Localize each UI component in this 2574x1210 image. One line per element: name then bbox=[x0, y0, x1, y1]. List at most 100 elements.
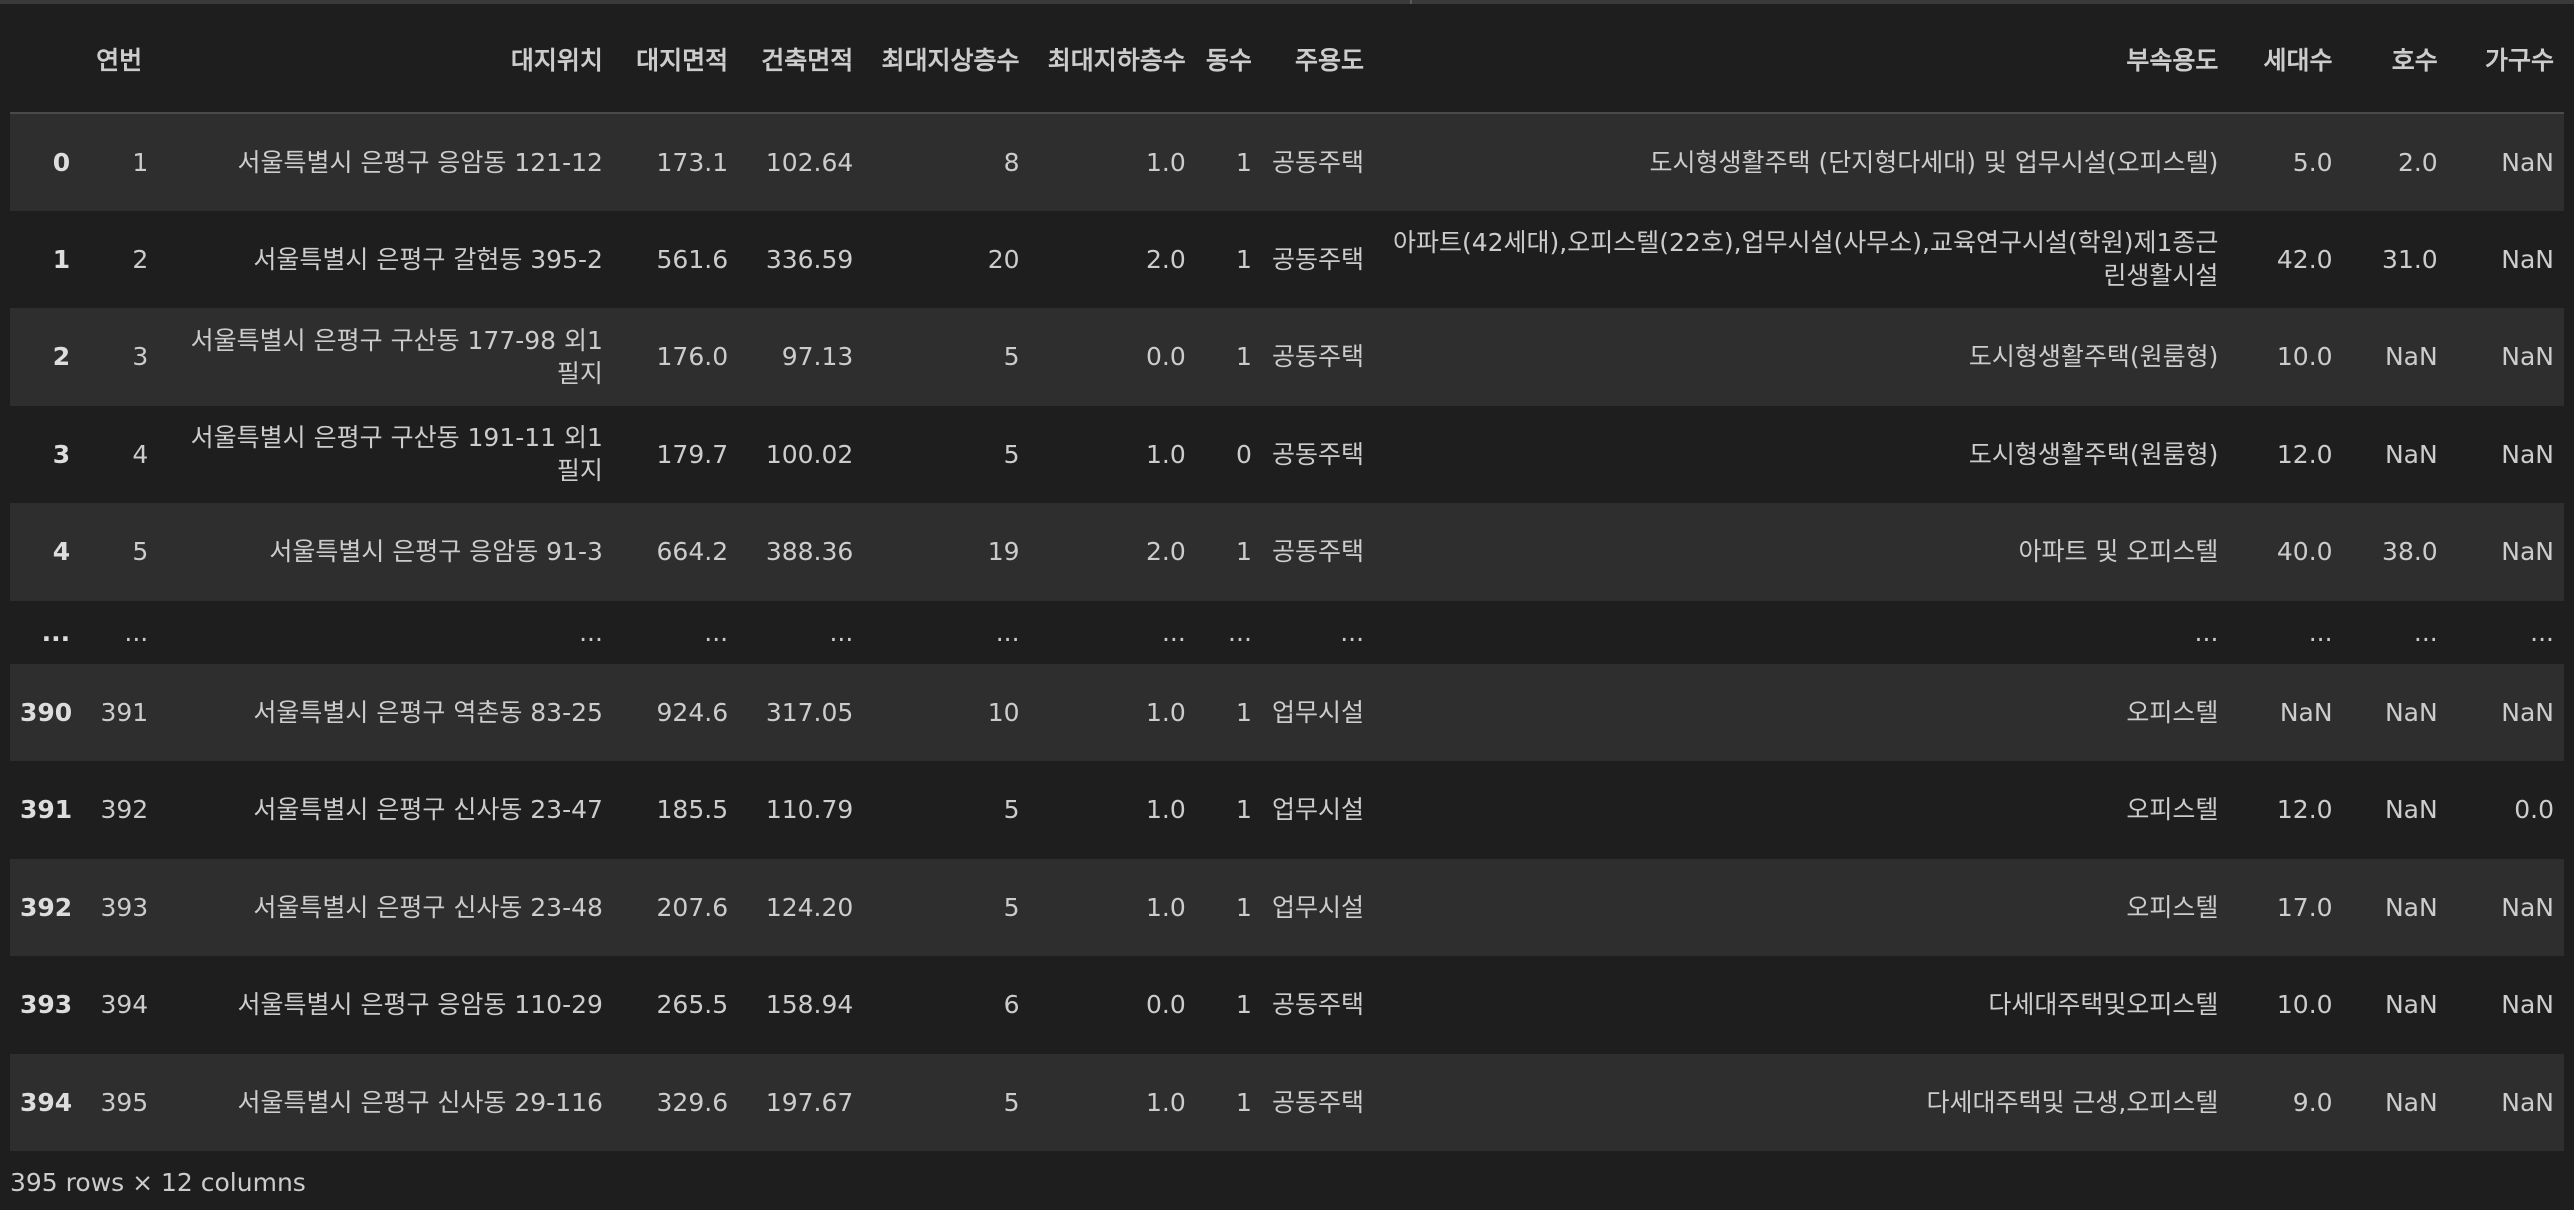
table-cell: 2 bbox=[132, 244, 149, 274]
table-cell: 서울특별시 은평구 역촌동 83-25 bbox=[253, 697, 603, 727]
table-cell: 1 bbox=[1235, 147, 1252, 177]
table-row: 393 394 서울특별시 은평구 응암동 110-29 265.5 158.94 6 0.… bbox=[10, 956, 2564, 1054]
row-index: ... bbox=[41, 617, 71, 647]
table-cell: NaN bbox=[2384, 892, 2438, 922]
table-cell: 공동주택 bbox=[1272, 537, 1365, 567]
column-header: 세대수 bbox=[2228, 8, 2343, 114]
table-cell: 2.0 bbox=[1146, 244, 1186, 274]
table-cell: 서울특별시 은평구 응암동 110-29 bbox=[237, 990, 603, 1020]
column-header: 주용도 bbox=[1261, 8, 1375, 114]
table-cell: 업무시설 bbox=[1272, 892, 1365, 922]
row-index: 0 bbox=[52, 147, 71, 177]
table-cell: 317.05 bbox=[765, 697, 854, 727]
table-row: 4 5 서울특별시 은평구 응암동 91-3 664.2 388.36 19 2.0 1 공동주… bbox=[10, 503, 2564, 601]
shape-caption: 395 rows × 12 columns bbox=[10, 1168, 306, 1197]
table-cell: 오피스텔 bbox=[2126, 795, 2219, 825]
table-cell: NaN bbox=[2384, 342, 2438, 372]
table-cell: 1.0 bbox=[1146, 147, 1186, 177]
column-header: 동수 bbox=[1195, 8, 1262, 114]
table-cell: 173.1 bbox=[656, 147, 729, 177]
table-cell: 5 bbox=[1003, 1087, 1020, 1117]
table-cell: 서울특별시 은평구 신사동 29-116 bbox=[237, 1087, 603, 1117]
table-cell: 9.0 bbox=[2292, 1087, 2333, 1117]
table-row: 391 392 서울특별시 은평구 신사동 23-47 185.5 110.79 5 1.0… bbox=[10, 761, 2564, 859]
table-cell: NaN bbox=[2279, 697, 2333, 727]
table-cell: 38.0 bbox=[2382, 537, 2438, 567]
column-header: 건축면적 bbox=[738, 8, 864, 114]
table-cell: ... bbox=[1228, 617, 1252, 647]
table-cell: 1.0 bbox=[1146, 697, 1186, 727]
row-index: 393 bbox=[20, 990, 73, 1020]
row-index: 391 bbox=[20, 795, 73, 825]
table-cell: 391 bbox=[100, 697, 149, 727]
table-cell: 5 bbox=[1003, 892, 1020, 922]
dataframe-table: 연번 대지위치 대지면적 건축면적 최대지상층수 최대지하층수 동수 주용도 부… bbox=[10, 8, 2564, 1151]
table-cell: 265.5 bbox=[656, 990, 729, 1020]
row-index: 390 bbox=[20, 697, 73, 727]
table-cell: 0 bbox=[1235, 439, 1252, 469]
row-index: 4 bbox=[52, 537, 71, 567]
table-cell: 4 bbox=[132, 439, 149, 469]
table-cell: 42.0 bbox=[2276, 244, 2333, 274]
table-cell: 다세대주택및오피스텔 bbox=[1988, 990, 2219, 1020]
table-cell: NaN bbox=[2384, 795, 2438, 825]
table-cell: 공동주택 bbox=[1272, 244, 1365, 274]
table-cell: NaN bbox=[2501, 147, 2554, 177]
table-cell: 10.0 bbox=[2276, 990, 2333, 1020]
table-cell: 1 bbox=[1235, 990, 1252, 1020]
table-cell: 395 bbox=[100, 1087, 149, 1117]
table-cell: 공동주택 bbox=[1272, 147, 1365, 177]
table-cell: NaN bbox=[2501, 537, 2554, 567]
table-cell: NaN bbox=[2384, 697, 2438, 727]
table-cell: 서울특별시 은평구 신사동 23-47 bbox=[253, 795, 603, 825]
table-cell: ... bbox=[1340, 617, 1365, 647]
table-cell: 1 bbox=[1235, 342, 1252, 372]
table-cell: NaN bbox=[2501, 892, 2554, 922]
column-header: 최대지상층수 bbox=[863, 8, 1030, 114]
header-row: 연번 대지위치 대지면적 건축면적 최대지상층수 최대지하층수 동수 주용도 부… bbox=[10, 8, 2564, 114]
table-cell: 도시형생활주택(원룸형) bbox=[1968, 439, 2219, 469]
table-cell: 2.0 bbox=[2397, 147, 2438, 177]
table-cell: 185.5 bbox=[656, 795, 729, 825]
table-row: 1 2 서울특별시 은평구 갈현동 395-2 561.6 336.59 20 2.0 1 공동… bbox=[10, 210, 2564, 308]
table-cell: 393 bbox=[100, 892, 149, 922]
table-cell: 1 bbox=[1235, 1087, 1252, 1117]
table-cell: 2.0 bbox=[1146, 537, 1186, 567]
divider bbox=[1410, 0, 1412, 4]
table-cell: ... bbox=[704, 617, 729, 647]
row-index: 1 bbox=[52, 244, 71, 274]
table-cell: 5 bbox=[1003, 439, 1020, 469]
table-row: 3 4 서울특별시 은평구 구산동 191-11 외1필지 179.7 100.02 5 1… bbox=[10, 405, 2564, 503]
table-cell: 서울특별시 은평구 구산동 177-98 외1필지 bbox=[190, 325, 603, 388]
table-cell: 12.0 bbox=[2276, 439, 2333, 469]
table-cell: ... bbox=[579, 617, 603, 647]
table-cell: 10 bbox=[987, 697, 1020, 727]
table-cell: ... bbox=[2308, 617, 2333, 647]
table-body: 0 1 서울특별시 은평구 응암동 121-12 173.1 102.64 8 1.0 1 공동… bbox=[10, 113, 2564, 1151]
table-cell: 1.0 bbox=[1146, 795, 1186, 825]
table-cell: 공동주택 bbox=[1272, 1087, 1365, 1117]
table-cell: ... bbox=[2530, 617, 2554, 647]
table-cell: 서울특별시 은평구 응암동 91-3 bbox=[269, 537, 603, 567]
table-cell: 서울특별시 은평구 신사동 23-48 bbox=[253, 892, 603, 922]
column-header: 가구수 bbox=[2447, 8, 2564, 114]
table-row: 2 3 서울특별시 은평구 구산동 177-98 외1필지 176.0 97.13 5 0.… bbox=[10, 308, 2564, 406]
table-cell: 664.2 bbox=[656, 537, 729, 567]
table-cell: 0.0 bbox=[2514, 795, 2554, 825]
table-row: 390 391 서울특별시 은평구 역촌동 83-25 924.6 317.05 10 1.… bbox=[10, 663, 2564, 761]
table-cell: 서울특별시 은평구 갈현동 395-2 bbox=[253, 244, 603, 274]
table-cell: ... bbox=[2194, 617, 2219, 647]
table-cell: 392 bbox=[100, 795, 149, 825]
table-cell: 1.0 bbox=[1146, 439, 1186, 469]
table-cell: ... bbox=[124, 617, 149, 647]
table-cell: 8 bbox=[1003, 147, 1020, 177]
table-cell: 0.0 bbox=[1146, 990, 1186, 1020]
table-cell: 5 bbox=[1003, 342, 1020, 372]
table-cell: NaN bbox=[2501, 439, 2554, 469]
table-cell: 공동주택 bbox=[1272, 439, 1365, 469]
table-cell: ... bbox=[1161, 617, 1186, 647]
table-cell: 158.94 bbox=[765, 990, 854, 1020]
table-cell: 179.7 bbox=[656, 439, 729, 469]
table-cell: 1 bbox=[132, 147, 149, 177]
table-cell: 176.0 bbox=[656, 342, 729, 372]
